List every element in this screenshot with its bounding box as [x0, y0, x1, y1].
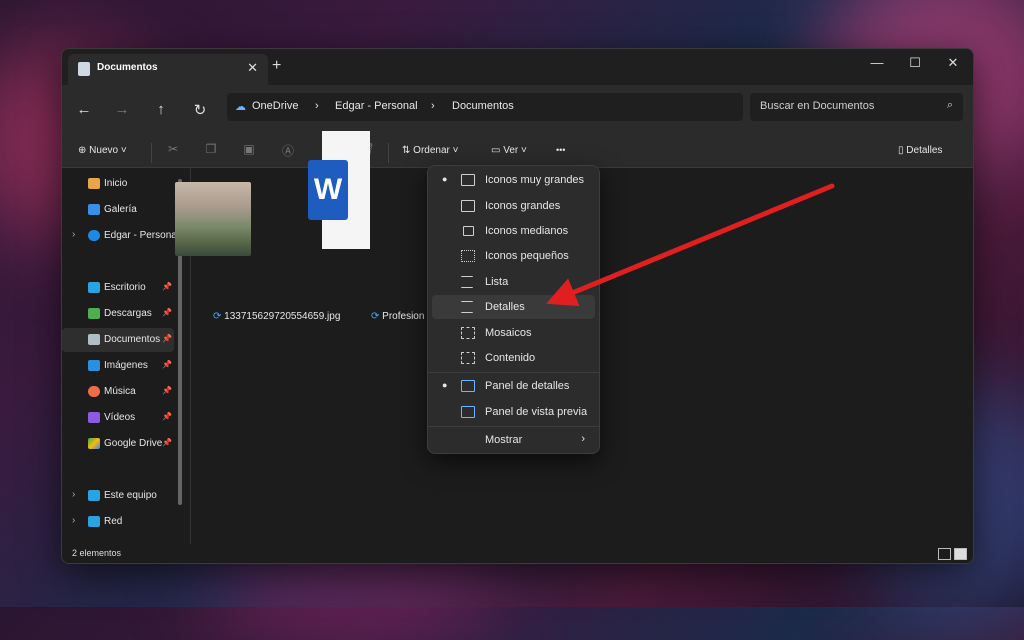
- annotation-arrow: [546, 183, 835, 307]
